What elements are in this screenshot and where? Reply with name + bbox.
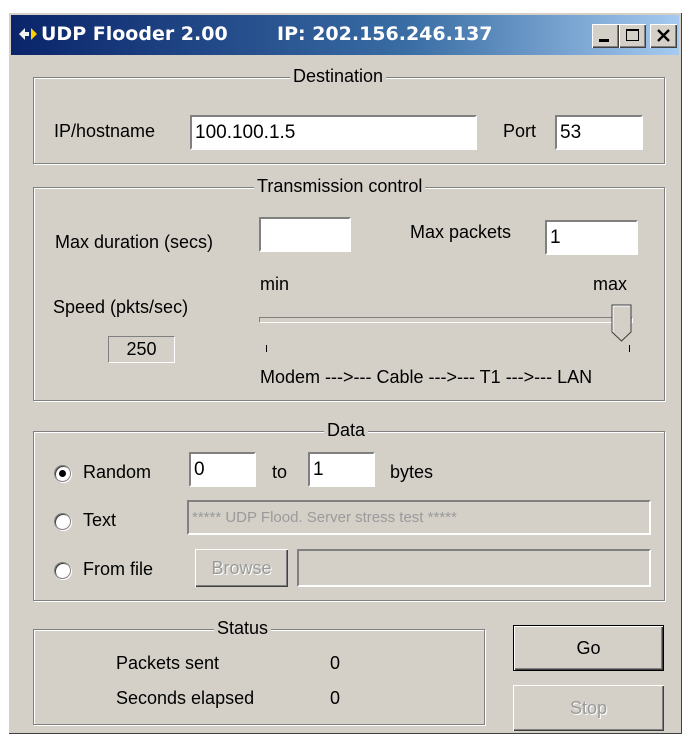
maximize-icon <box>626 29 639 41</box>
max-packets-label: Max packets <box>410 222 512 242</box>
ip-hostname-label: IP/hostname <box>54 121 156 141</box>
udp-flooder-window: UDP Flooder 2.00 IP: 202.156.246.137 Des… <box>8 12 682 734</box>
from-file-label: From file <box>83 559 154 579</box>
go-button[interactable]: Go <box>513 625 664 671</box>
file-path-input[interactable] <box>297 549 651 587</box>
window-title: UDP Flooder 2.00 <box>41 23 228 45</box>
close-button[interactable] <box>650 24 677 48</box>
slider-tick-min <box>266 345 267 352</box>
browse-button[interactable]: Browse <box>195 549 288 587</box>
max-packets-input[interactable]: 1 <box>545 220 638 255</box>
text-payload-input[interactable]: ***** UDP Flood. Server stress test ****… <box>187 500 651 535</box>
random-label: Random <box>83 462 152 482</box>
status-group: Status <box>33 618 485 725</box>
text-label: Text <box>83 510 117 530</box>
text-radio[interactable] <box>54 513 71 530</box>
random-radio[interactable] <box>54 465 71 482</box>
slider-min-label: min <box>260 274 290 294</box>
transmission-control-legend: Transmission control <box>254 176 426 197</box>
status-legend: Status <box>214 618 272 639</box>
stop-button[interactable]: Stop <box>513 685 664 731</box>
data-legend: Data <box>324 420 369 441</box>
random-to-input[interactable]: 1 <box>308 452 375 487</box>
title-bar[interactable]: UDP Flooder 2.00 IP: 202.156.246.137 <box>11 15 679 55</box>
speed-slider-track[interactable] <box>259 317 633 323</box>
port-input[interactable]: 53 <box>555 115 643 150</box>
seconds-elapsed-value: 0 <box>330 688 341 708</box>
max-duration-input[interactable] <box>259 217 351 252</box>
random-from-input[interactable]: 0 <box>189 452 256 487</box>
slider-max-label: max <box>593 274 628 294</box>
minimize-icon <box>599 39 609 42</box>
packets-sent-label: Packets sent <box>116 653 220 673</box>
speed-value: 250 <box>108 336 175 363</box>
bytes-label: bytes <box>390 462 434 482</box>
minimize-button[interactable] <box>592 24 619 48</box>
app-icon <box>19 28 37 40</box>
max-duration-label: Max duration (secs) <box>55 232 214 252</box>
destination-legend: Destination <box>290 66 387 87</box>
port-label: Port <box>503 121 537 141</box>
close-icon <box>657 29 670 42</box>
maximize-button[interactable] <box>619 24 646 48</box>
packets-sent-value: 0 <box>330 653 341 673</box>
ip-hostname-input[interactable]: 100.100.1.5 <box>190 115 477 150</box>
window-ip-label: IP: 202.156.246.137 <box>277 23 493 45</box>
speed-label: Speed (pkts/sec) <box>53 297 189 317</box>
slider-tick-max <box>629 345 630 352</box>
speed-slider-thumb[interactable] <box>611 304 633 342</box>
from-file-radio[interactable] <box>54 562 71 579</box>
to-label: to <box>272 462 288 482</box>
seconds-elapsed-label: Seconds elapsed <box>116 688 255 708</box>
speed-scale-text: Modem --->--- Cable --->--- T1 --->--- L… <box>260 367 593 387</box>
